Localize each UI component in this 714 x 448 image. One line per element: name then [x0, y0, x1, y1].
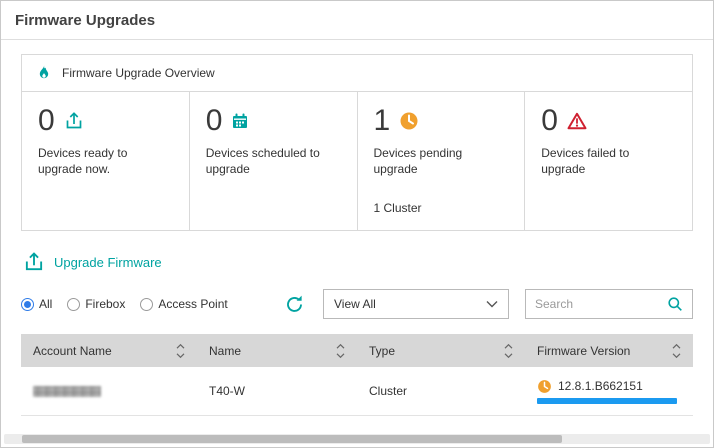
stat-scheduled-label: Devices scheduled to upgrade	[206, 145, 341, 177]
sort-icon[interactable]	[176, 343, 185, 359]
calendar-icon	[231, 112, 249, 130]
sort-icon[interactable]	[336, 343, 345, 359]
view-filter-dropdown[interactable]: View All	[323, 289, 509, 319]
overview-card-title: Firmware Upgrade Overview	[62, 66, 215, 80]
stat-pending-value: 1	[374, 106, 391, 136]
stat-ready-label: Devices ready to upgrade now.	[38, 145, 173, 177]
pending-icon	[399, 111, 419, 131]
upgrade-firmware-button[interactable]: Upgrade Firmware	[23, 251, 713, 273]
filter-row: All Firebox Access Point View All	[21, 289, 693, 319]
refresh-icon	[284, 294, 305, 315]
table-header-row: Account Name Name Type Firmware Version	[21, 334, 693, 367]
cell-account-name	[21, 386, 197, 397]
stat-failed: 0 Devices failed to upgrade	[524, 92, 692, 230]
stat-failed-label: Devices failed to upgrade	[541, 145, 676, 177]
column-header-firmware-version[interactable]: Firmware Version	[525, 334, 693, 367]
stat-pending: 1 Devices pending upgrade 1 Cluster	[357, 92, 525, 230]
cell-type: Cluster	[357, 384, 525, 398]
radio-access-point-label: Access Point	[158, 297, 227, 311]
sort-icon[interactable]	[504, 343, 513, 359]
pending-icon	[537, 379, 552, 394]
cell-name: T40-W	[197, 384, 357, 398]
firmware-version-text: 12.8.1.B662151	[558, 379, 643, 393]
horizontal-scrollbar-thumb[interactable]	[22, 435, 562, 443]
radio-all-control[interactable]	[21, 298, 34, 311]
cell-firmware-version: 12.8.1.B662151	[525, 379, 693, 404]
redacted-account-name	[33, 386, 101, 397]
warning-icon	[567, 112, 587, 130]
flame-icon	[36, 64, 52, 82]
radio-firebox-control[interactable]	[67, 298, 80, 311]
radio-firebox[interactable]: Firebox	[67, 297, 125, 311]
upload-icon	[23, 251, 45, 273]
refresh-button[interactable]	[284, 294, 305, 315]
stat-failed-value: 0	[541, 106, 558, 136]
search-box	[525, 289, 693, 319]
column-header-name[interactable]: Name	[197, 334, 357, 367]
chevron-down-icon	[486, 300, 498, 308]
page-title: Firmware Upgrades	[1, 1, 713, 39]
stat-ready-value: 0	[38, 106, 55, 136]
devices-table: Account Name Name Type Firmware Version	[21, 334, 693, 416]
view-filter-value: View All	[334, 297, 376, 311]
device-type-radios: All Firebox Access Point	[21, 297, 228, 311]
upgrade-progress-bar	[537, 398, 677, 404]
radio-all-label: All	[39, 297, 52, 311]
firmware-overview-card: Firmware Upgrade Overview 0 Devices read…	[21, 54, 693, 231]
horizontal-scrollbar[interactable]	[4, 434, 710, 444]
stat-pending-label: Devices pending upgrade	[374, 145, 509, 177]
firmware-upgrades-page: Firmware Upgrades Firmware Upgrade Overv…	[0, 0, 714, 448]
radio-firebox-label: Firebox	[85, 297, 125, 311]
stat-scheduled-value: 0	[206, 106, 223, 136]
header-divider	[1, 39, 713, 40]
search-icon[interactable]	[667, 296, 683, 312]
column-header-type[interactable]: Type	[357, 334, 525, 367]
sort-icon[interactable]	[672, 343, 681, 359]
stat-ready: 0 Devices ready to upgrade now.	[22, 92, 189, 230]
upgrade-firmware-label: Upgrade Firmware	[54, 255, 162, 270]
radio-access-point-control[interactable]	[140, 298, 153, 311]
overview-stats: 0 Devices ready to upgrade now. 0 Device…	[22, 92, 692, 230]
radio-all[interactable]: All	[21, 297, 52, 311]
search-input[interactable]	[535, 297, 667, 311]
upload-icon	[64, 111, 84, 131]
column-header-account-name[interactable]: Account Name	[21, 334, 197, 367]
overview-card-header: Firmware Upgrade Overview	[22, 55, 692, 92]
stat-pending-sub: 1 Cluster	[374, 201, 509, 215]
radio-access-point[interactable]: Access Point	[140, 297, 227, 311]
table-row[interactable]: T40-W Cluster 12.8.1.B662151	[21, 367, 693, 416]
stat-scheduled: 0 Devices scheduled to upgrade	[189, 92, 357, 230]
